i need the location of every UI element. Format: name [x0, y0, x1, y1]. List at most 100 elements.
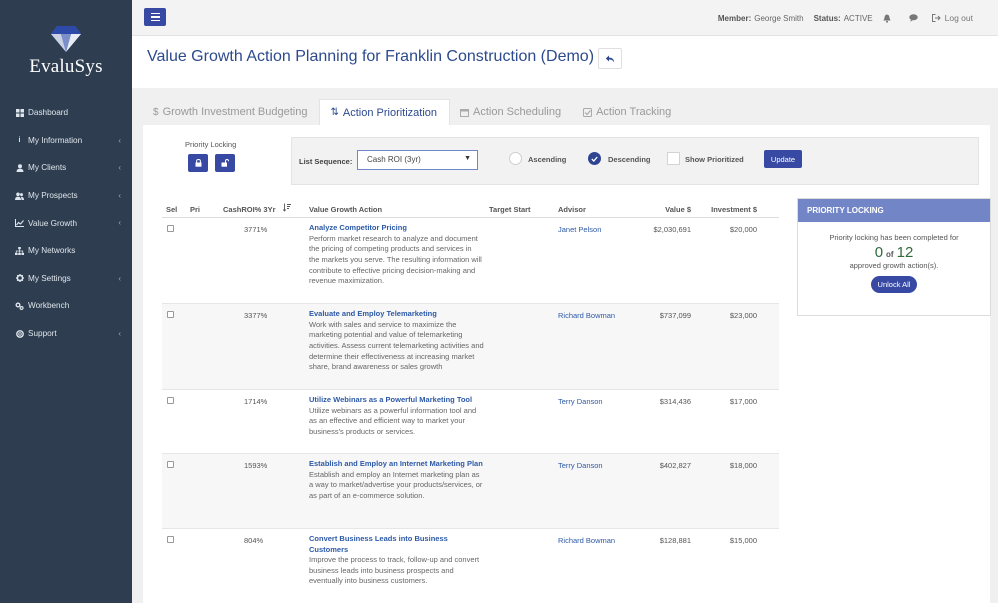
bell-icon[interactable] [883, 14, 891, 23]
page-header: Value Growth Action Planning for Frankli… [132, 36, 998, 88]
sidebar-item-label: My Settings [28, 273, 71, 283]
sidebar-item-dashboard[interactable]: Dashboard [0, 99, 132, 127]
total-count: 12 [896, 244, 914, 261]
investment-amount: $20,000 [729, 225, 757, 234]
tab-label: Action Scheduling [473, 106, 562, 118]
logo-shield-icon [49, 24, 83, 54]
table-row: 1714% Utilize Webinars as a Powerful Mar… [162, 390, 779, 454]
sidebar-item-label: Support [28, 329, 57, 339]
sort-desc-icon[interactable] [282, 203, 291, 214]
status-label: Status: [813, 13, 841, 23]
priority-locking-label: Priority Locking [185, 140, 237, 149]
logo[interactable]: EvaluSys [0, 0, 132, 92]
locked-count: 0 [874, 244, 884, 261]
update-button[interactable]: Update [764, 150, 802, 168]
advisor-link[interactable]: Terry Danson [558, 397, 603, 406]
sidebar-item-my-prospects[interactable]: My Prospects ‹ [0, 182, 132, 210]
value-amount: $128,881 [659, 536, 691, 545]
chat-icon[interactable] [908, 14, 918, 22]
action-description: Perform market research to analyze and d… [309, 233, 482, 286]
tab-action-prioritization[interactable]: ⇅ Action Prioritization [319, 99, 451, 125]
action-description: Work with sales and service to maximize … [309, 319, 484, 372]
show-prioritized-label: Show Prioritized [685, 155, 744, 164]
investment-amount: $15,000 [729, 536, 757, 545]
tab-action-scheduling[interactable]: Action Scheduling [450, 99, 573, 125]
table-row: 3377% Evaluate and Employ Telemarketing … [162, 304, 779, 390]
table-row: 3771% Analyze Competitor Pricing Perform… [162, 218, 779, 304]
sidebar-item-my-clients[interactable]: My Clients ‹ [0, 154, 132, 182]
chevron-left-icon: ‹ [118, 218, 121, 228]
top-bar-user-area: Member: George Smith Status: ACTIVE Log … [718, 13, 973, 23]
sidebar-item-my-information[interactable]: i My Information ‹ [0, 127, 132, 155]
value-amount: $2,030,691 [653, 225, 691, 234]
row-select-checkbox[interactable] [167, 461, 174, 468]
value-amount: $737,099 [659, 311, 691, 320]
chevron-left-icon: ‹ [118, 273, 121, 283]
advisor-link[interactable]: Richard Bowman [558, 536, 615, 545]
menu-toggle-button[interactable] [144, 8, 166, 26]
table-header: Sel Pri CashROI% 3Yr Value Growth Action… [162, 199, 779, 218]
action-title-link[interactable]: Establish and Employ an Internet Marketi… [309, 459, 484, 470]
sidebar-item-label: My Prospects [28, 191, 78, 201]
action-prioritization-panel: Priority Locking List Sequence: Cash ROI… [143, 125, 991, 603]
list-sequence-box: List Sequence: Cash ROI (3yr) ▼ Ascendin… [291, 137, 979, 185]
sidebar-item-my-settings[interactable]: My Settings ‹ [0, 265, 132, 293]
ascending-radio[interactable] [509, 152, 522, 165]
table-row: 804% Convert Business Leads into Busines… [162, 529, 779, 603]
col-sel: Sel [166, 205, 178, 214]
action-title-link[interactable]: Analyze Competitor Pricing [309, 223, 484, 234]
list-sequence-label: List Sequence: [299, 157, 353, 166]
tab-label: Action Prioritization [342, 106, 438, 119]
chevron-left-icon: ‹ [118, 163, 121, 173]
action-title-link[interactable]: Evaluate and Employ Telemarketing [309, 309, 484, 320]
tab-label: Action Tracking [596, 106, 672, 118]
advisor-link[interactable]: Terry Danson [558, 461, 603, 470]
advisor-link[interactable]: Richard Bowman [558, 311, 615, 320]
sidebar-item-value-growth[interactable]: Value Growth ‹ [0, 209, 132, 237]
roi-value: 3771% [244, 225, 268, 234]
content-area: $ Growth Investment Budgeting ⇅ Action P… [132, 88, 998, 603]
row-select-checkbox[interactable] [167, 311, 174, 318]
row-select-checkbox[interactable] [167, 397, 174, 404]
value-amount: $402,827 [659, 461, 691, 470]
advisor-link[interactable]: Janet Pelson [558, 225, 601, 234]
row-select-checkbox[interactable] [167, 536, 174, 543]
action-title-link[interactable]: Utilize Webinars as a Powerful Marketing… [309, 395, 484, 406]
sidebar-item-support[interactable]: Support ‹ [0, 320, 132, 348]
member-name: George Smith [754, 13, 804, 23]
tab-action-tracking[interactable]: Action Tracking [573, 99, 683, 125]
show-prioritized-checkbox[interactable] [667, 152, 680, 165]
list-sequence-selected: Cash ROI (3yr) [367, 155, 421, 164]
back-button[interactable] [598, 48, 622, 69]
logout-link[interactable]: Log out [931, 13, 973, 23]
sidebar-item-label: My Information [28, 135, 83, 145]
tab-bar: $ Growth Investment Budgeting ⇅ Action P… [143, 99, 683, 125]
col-roi[interactable]: CashROI% 3Yr [223, 205, 276, 214]
action-title-link[interactable]: Convert Business Leads into Business Cus… [309, 534, 484, 555]
locking-status-suffix: approved growth action(s). [849, 261, 939, 270]
descending-radio[interactable] [588, 152, 601, 165]
check-square-icon [583, 107, 593, 117]
dashboard-icon [15, 108, 24, 117]
ascending-label: Ascending [528, 155, 567, 164]
sidebar-item-label: Workbench [28, 301, 70, 311]
investment-amount: $17,000 [729, 397, 757, 406]
sidebar-item-workbench[interactable]: Workbench [0, 292, 132, 320]
lock-icon [195, 159, 202, 167]
unlock-button[interactable] [215, 154, 235, 172]
row-select-checkbox[interactable] [167, 225, 174, 232]
tab-growth-investment-budgeting[interactable]: $ Growth Investment Budgeting [143, 99, 319, 125]
sidebar-item-my-networks[interactable]: My Networks [0, 237, 132, 265]
gear-icon [15, 274, 24, 283]
locking-count: 0 of 12 [798, 244, 990, 261]
chevron-left-icon: ‹ [118, 328, 121, 338]
col-advisor: Advisor [558, 205, 586, 214]
caret-down-icon: ▼ [464, 155, 471, 162]
info-icon: i [18, 136, 21, 144]
unlock-all-button[interactable]: Unlock All [871, 276, 917, 293]
logo-text: EvaluSys [29, 56, 103, 77]
lock-button[interactable] [188, 154, 208, 172]
col-investment: Investment $ [711, 205, 757, 214]
page-title: Value Growth Action Planning for Frankli… [147, 48, 595, 65]
list-sequence-select[interactable]: Cash ROI (3yr) ▼ [357, 150, 478, 170]
